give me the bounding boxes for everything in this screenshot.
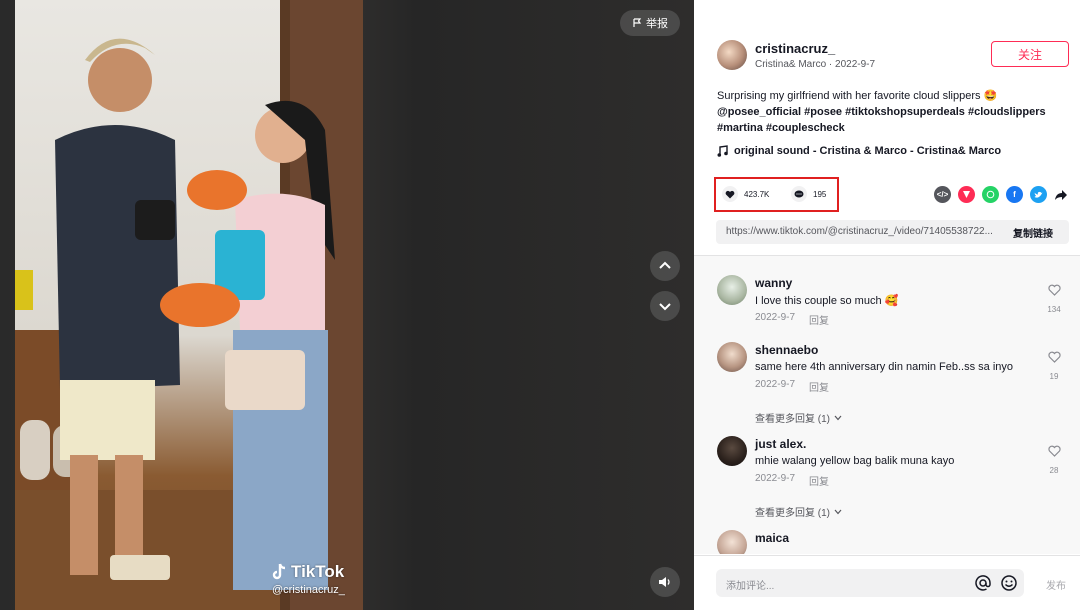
comment-like-button[interactable]: 134 [1045,283,1063,314]
embed-icon[interactable]: </> [934,186,951,203]
comment-text: mhie walang yellow bag balik muna kayo [755,455,955,467]
chevron-down-icon [659,303,671,311]
author-subtitle: Cristina& Marco · 2022-9-7 [755,59,876,70]
video-link-box: https://www.tiktok.com/@cristinacruz_/vi… [716,220,1069,244]
comment-bubble-icon [791,186,807,202]
next-video-button[interactable] [650,291,680,321]
music-note-icon [717,145,728,157]
comment-date: 2022-9-7 [755,312,796,323]
comment-date: 2022-9-7 [755,379,796,390]
commenter-name[interactable]: shennaebo [755,343,818,357]
comment-count-button[interactable]: 195 [791,186,826,202]
comment-input[interactable]: 添加评论... [716,569,1024,597]
facebook-icon[interactable]: f [1006,186,1023,203]
author-row: cristinacruz_ Cristina& Marco · 2022-9-7… [717,40,1069,72]
comment-like-count: 19 [1049,372,1059,381]
report-label: 举报 [646,18,668,30]
mention-icon[interactable] [974,574,992,597]
comment-like-count: 28 [1049,466,1059,475]
commenter-name[interactable]: just alex. [755,437,806,451]
flag-icon [633,18,642,27]
video-frame[interactable] [15,0,363,610]
heart-outline-icon [1047,351,1061,363]
comment-text: same here 4th anniversary din namin Feb.… [755,361,1014,373]
tiktok-watermark: TikTok @cristinacruz_ [272,562,345,596]
send-icon[interactable] [958,186,975,203]
twitter-icon[interactable] [1030,186,1047,203]
video-description: Surprising my girlfriend with her favori… [717,88,1062,136]
commenter-name[interactable]: maica [755,531,789,545]
comment-count: 195 [813,189,827,199]
commenter-avatar[interactable] [717,436,747,466]
comment-like-button[interactable]: 28 [1045,444,1063,475]
report-button[interactable]: 举报 [620,10,680,36]
comment-input-placeholder: 添加评论... [726,581,775,592]
description-text: Surprising my girlfriend with her favori… [717,90,998,102]
comment-input-bar: 添加评论... 发布 [694,555,1080,610]
comment-like-button[interactable]: 19 [1045,350,1063,381]
comment-date: 2022-9-7 [755,473,796,484]
follow-button[interactable]: 关注 [991,41,1069,67]
share-arrow-icon[interactable] [1054,188,1068,202]
speaker-icon [659,577,670,587]
comment-item: maica [717,530,1062,554]
commenter-name[interactable]: wanny [755,276,792,290]
view-more-replies-button[interactable]: 查看更多回复 (1) [755,410,842,425]
video-url[interactable]: https://www.tiktok.com/@cristinacruz_/vi… [726,226,998,237]
commenter-avatar[interactable] [717,275,747,305]
whatsapp-icon[interactable] [982,186,999,203]
reply-button[interactable]: 回复 [809,312,829,327]
heart-outline-icon [1047,445,1061,457]
commenter-avatar[interactable] [717,530,747,554]
watermark-brand: TikTok [291,562,345,581]
share-row: </> f [934,186,1068,203]
video-scene-illustration [15,0,363,610]
chevron-down-icon [834,415,842,420]
description-hashtags[interactable]: @posee_official #posee #tiktokshopsuperd… [717,104,1062,136]
like-count: 423.7K [744,189,770,199]
author-username[interactable]: cristinacruz_ [755,41,835,56]
video-player[interactable]: 举报 TikTok @cristinacruz_ [0,0,694,610]
tiktok-logo-icon [272,563,286,580]
comment-text: I love this couple so much 🥰 [755,295,899,307]
comment-like-count: 134 [1047,305,1061,314]
chevron-up-icon [659,261,671,269]
post-comment-button[interactable]: 发布 [1046,577,1066,592]
reply-button[interactable]: 回复 [809,473,829,488]
music-link[interactable]: original sound - Cristina & Marco - Cris… [717,145,1001,157]
heart-icon [722,186,738,202]
chevron-down-icon [834,509,842,514]
previous-video-button[interactable] [650,251,680,281]
emoji-icon[interactable] [1000,574,1018,597]
author-avatar[interactable] [717,40,747,70]
reply-button[interactable]: 回复 [809,379,829,394]
music-title: original sound - Cristina & Marco - Cris… [734,145,1002,157]
like-button[interactable]: 423.7K [722,186,769,202]
view-more-replies-button[interactable]: 查看更多回复 (1) [755,504,842,519]
heart-outline-icon [1047,284,1061,296]
watermark-username: @cristinacruz_ [272,584,345,596]
commenter-avatar[interactable] [717,342,747,372]
copy-link-button[interactable]: 复制链接 [1013,225,1053,240]
volume-button[interactable] [650,567,680,597]
